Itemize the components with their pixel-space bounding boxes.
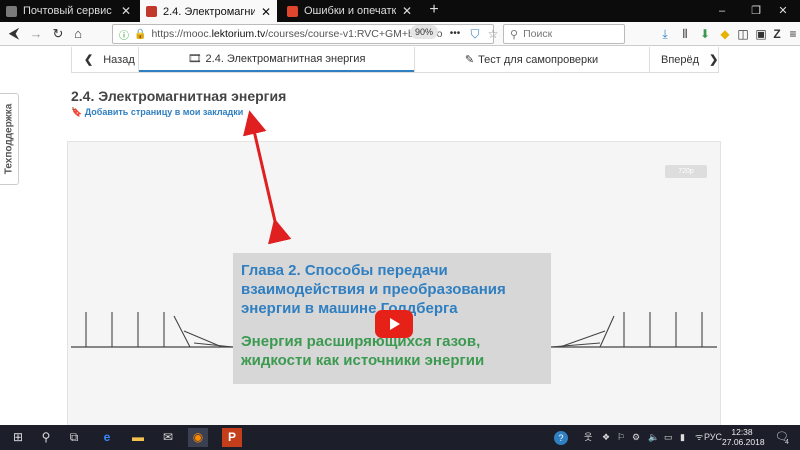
next-button[interactable]: Вперёд ❯	[661, 47, 719, 72]
minimize-button[interactable]: –	[705, 0, 739, 22]
tab-lecture[interactable]: 2.4. Электромагнитная энергия ✕	[140, 0, 277, 23]
reload-icon[interactable]: ↻	[48, 24, 68, 44]
add-bookmark-label: Добавить страницу в мои закладки	[84, 107, 244, 117]
page-actions-icon[interactable]: •••	[446, 24, 464, 44]
tab-mail[interactable]: Почтовый сервис РХТУ им. Д. ✕	[0, 0, 137, 22]
window-close-button[interactable]: ✕	[766, 0, 800, 22]
forward-icon[interactable]: →	[26, 24, 46, 44]
extension-icon[interactable]: ⬇	[696, 24, 714, 44]
url-domain: lektorium.tv	[211, 28, 266, 40]
url-prefix: https://mooc.	[151, 28, 212, 40]
windows-taskbar: ⊞ ⚲ ⧉ e ▬ ✉ ◉ P ? 웃 ❖ ⚐ ⚙ 🔈 ▭ ▮ ᯤ РУС 12…	[0, 425, 800, 450]
chevron-right-icon: ❯	[709, 54, 719, 66]
tech-support-tab[interactable]: Техподдержка	[0, 93, 19, 185]
errors-favicon-icon	[287, 5, 298, 17]
mail-favicon-icon	[6, 5, 17, 17]
search-placeholder: Поиск	[523, 28, 553, 40]
home-icon[interactable]: ⌂	[68, 24, 88, 44]
youtube-play-button[interactable]	[375, 310, 413, 338]
powerpoint-icon[interactable]: P	[222, 428, 242, 447]
firefox-icon[interactable]: ◉	[188, 428, 208, 447]
close-tab-icon[interactable]: ✕	[402, 4, 412, 18]
library-icon[interactable]: ⫴	[676, 24, 694, 44]
search-icon: ⚲	[510, 28, 519, 41]
tab-label: Ошибки и опечатки в видеол	[304, 5, 396, 17]
close-tab-icon[interactable]: ✕	[121, 4, 131, 18]
new-tab-button[interactable]: +	[423, 0, 445, 22]
dropbox-icon[interactable]: ❖	[602, 425, 610, 450]
extension-icon[interactable]: ◆	[716, 24, 734, 44]
tab-label: 2.4. Электромагнитная энергия	[163, 5, 255, 18]
bookmark-icon: 🔖	[71, 107, 83, 117]
download-icon[interactable]: ⤓	[656, 24, 674, 44]
chevron-left-icon: ❮	[84, 54, 94, 66]
windows-start-icon[interactable]: ⊞	[8, 428, 28, 447]
prev-label: Назад	[103, 53, 135, 66]
help-icon[interactable]: ?	[554, 431, 568, 445]
bookmark-star-icon[interactable]: ☆	[484, 24, 502, 44]
task-view-icon[interactable]: ⧉	[64, 428, 84, 447]
clock[interactable]: 12:38 27.06.2018	[722, 427, 765, 447]
page-title: 2.4. Электромагнитная энергия	[71, 88, 287, 104]
video-quality-button[interactable]: 720p	[665, 165, 707, 178]
mail-icon[interactable]: ✉	[158, 428, 178, 447]
divider	[649, 47, 650, 72]
network-icon[interactable]: ⚐	[617, 425, 625, 450]
tab-electromagnetic-energy[interactable]: 🎞 2.4. Электромагнитная энергия	[139, 47, 414, 72]
notification-count: 4	[785, 439, 789, 446]
tab-label: Почтовый сервис РХТУ им. Д.	[23, 5, 115, 17]
file-explorer-icon[interactable]: ▬	[128, 428, 148, 447]
play-icon	[390, 318, 400, 330]
people-icon[interactable]: 웃	[584, 425, 592, 450]
edge-icon[interactable]: e	[97, 428, 117, 447]
display-icon[interactable]: ▭	[664, 425, 673, 450]
add-bookmark-link[interactable]: 🔖 Добавить страницу в мои закладки	[71, 107, 243, 118]
wifi-icon[interactable]: ᯤ	[695, 425, 703, 450]
tech-support-label: Техподдержка	[3, 103, 15, 175]
search-icon[interactable]: ⚲	[36, 428, 56, 447]
clock-date: 27.06.2018	[722, 437, 765, 447]
volume-icon[interactable]: 🔈	[648, 425, 659, 450]
info-icon[interactable]: ⓘ	[119, 27, 129, 42]
tab-self-test[interactable]: ✎ Тест для самопроверки	[415, 47, 648, 72]
film-icon: 🎞	[187, 53, 202, 65]
zoom-indicator[interactable]: 90%	[410, 25, 439, 39]
browser-nav-bar: ⮜ → ↻ ⌂ ⓘ 🔒 https://mooc. lektorium.tv/co…	[0, 22, 800, 46]
battery-icon[interactable]: ▮	[680, 425, 685, 450]
nav-item-label: 2.4. Электромагнитная энергия	[205, 52, 366, 65]
sidebar-icon[interactable]: ◫	[734, 24, 752, 44]
language-indicator[interactable]: РУС	[704, 425, 722, 450]
tab-errors[interactable]: Ошибки и опечатки в видеол ✕	[281, 0, 418, 22]
lektorium-favicon-icon	[146, 6, 157, 17]
gear-icon[interactable]: ⚙	[632, 425, 640, 450]
prev-button[interactable]: ❮ Назад	[84, 47, 139, 72]
course-navigation: ❮ Назад 🎞 2.4. Электромагнитная энергия …	[71, 47, 719, 73]
search-input[interactable]: ⚲ Поиск	[503, 24, 625, 44]
nav-item-label: Тест для самопроверки	[478, 53, 599, 66]
browser-tab-bar: Почтовый сервис РХТУ им. Д. ✕ 2.4. Элект…	[0, 0, 800, 23]
clock-time: 12:38	[731, 427, 753, 437]
lock-icon: 🔒	[134, 28, 147, 40]
pocket-icon[interactable]: ⛉	[466, 24, 484, 44]
menu-icon[interactable]: ≡	[784, 24, 800, 44]
back-icon[interactable]: ⮜	[4, 24, 24, 44]
next-label: Вперёд	[661, 53, 700, 66]
close-tab-icon[interactable]: ✕	[261, 5, 271, 19]
edit-icon: ✎	[464, 54, 475, 66]
